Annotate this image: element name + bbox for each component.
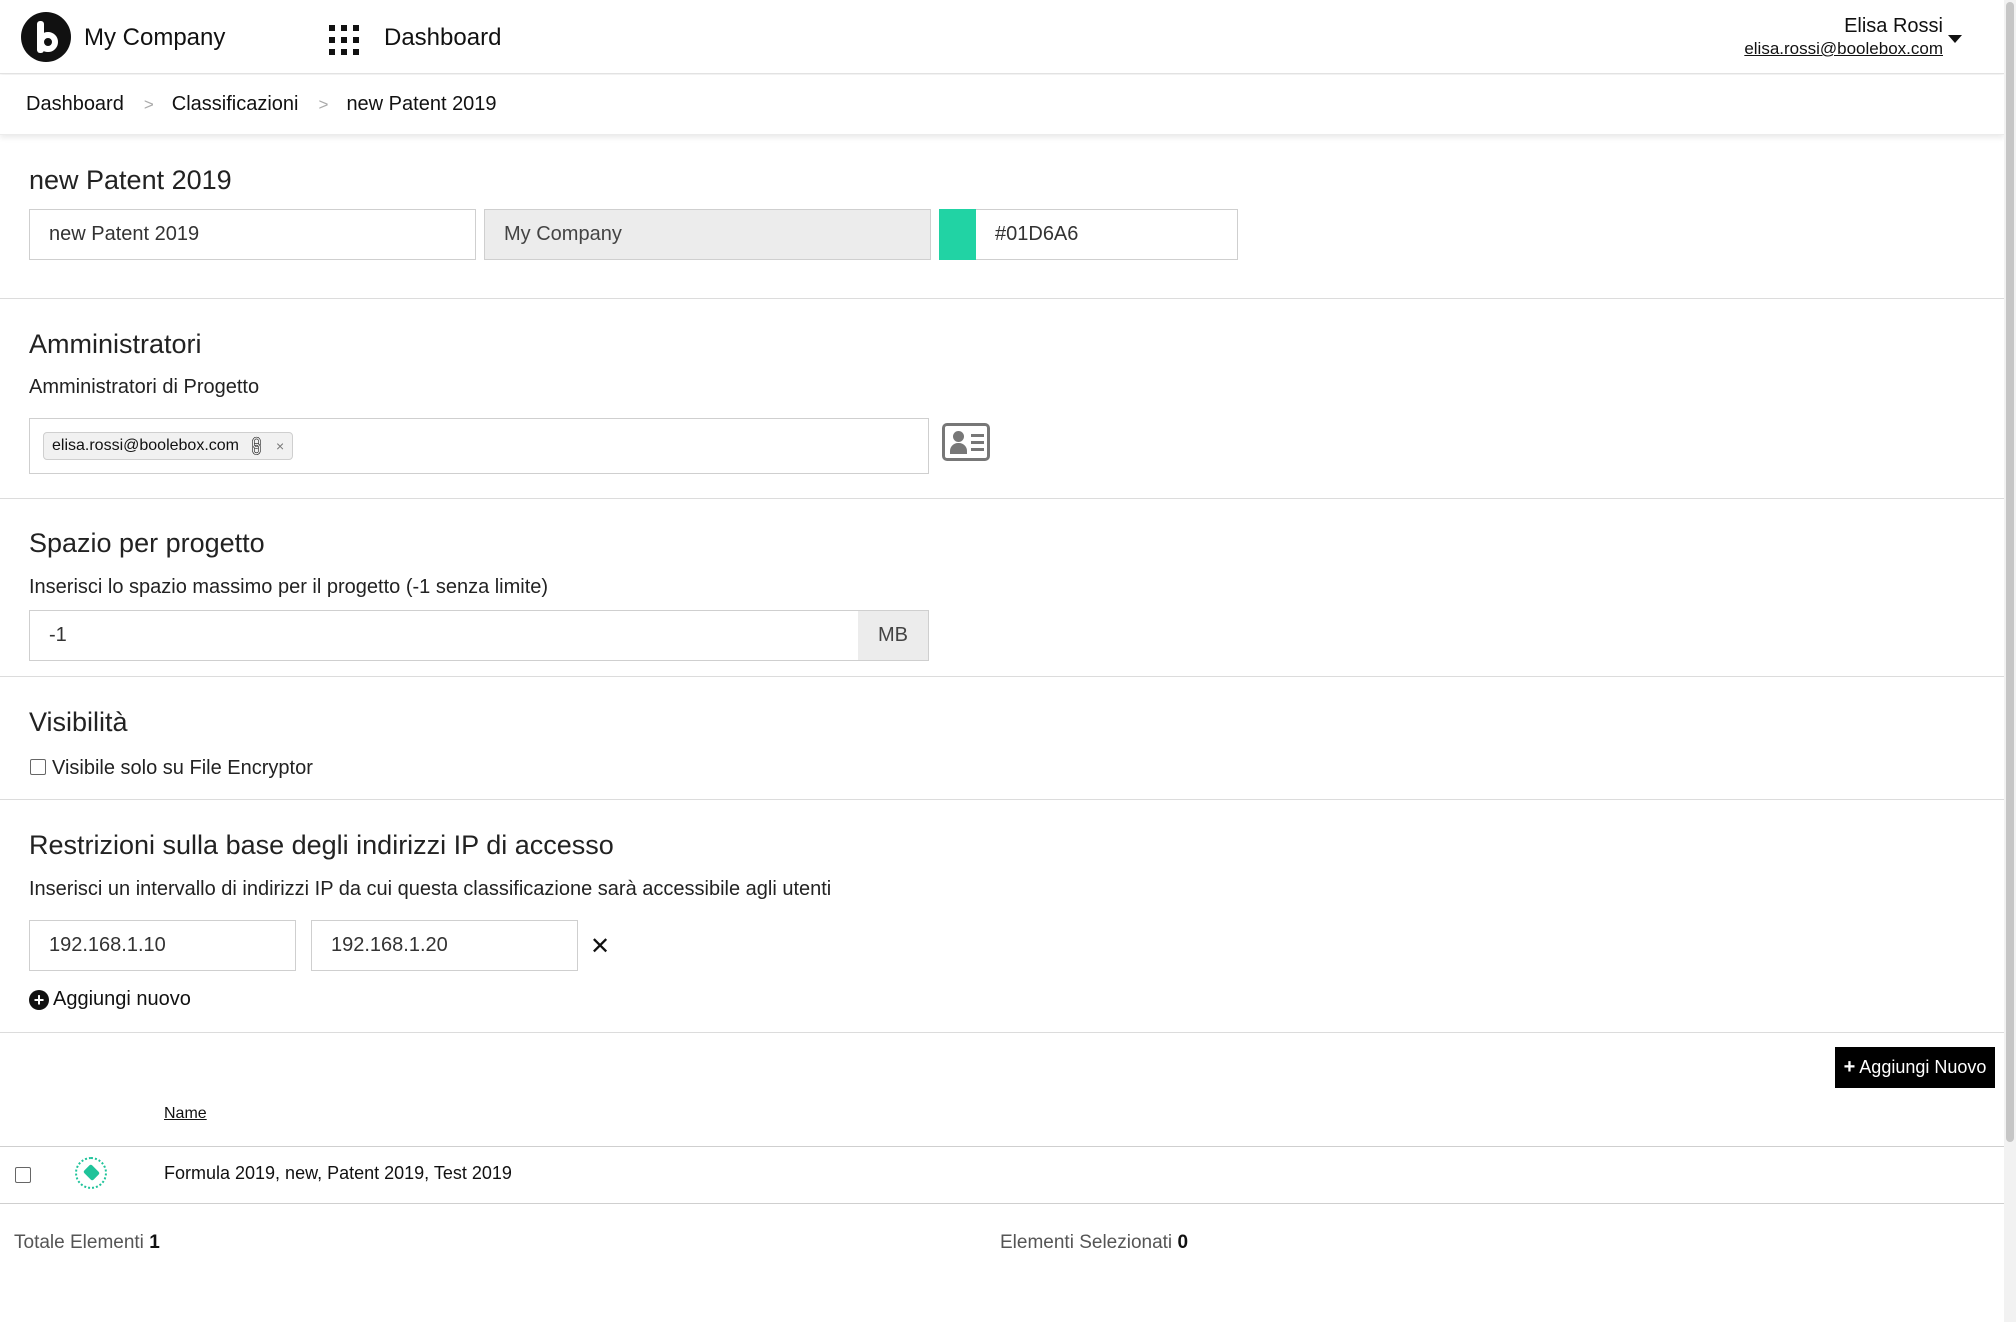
admin-tag-label: elisa.rossi@boolebox.com — [52, 437, 239, 454]
admins-title: Amministratori — [29, 329, 202, 359]
file-encryptor-checkbox[interactable] — [30, 759, 46, 775]
page-title: new Patent 2019 — [29, 165, 232, 195]
tag-icon — [75, 1157, 107, 1189]
caret-down-icon[interactable] — [1948, 35, 1962, 43]
ip-range-start-input[interactable]: 192.168.1.10 — [29, 920, 296, 971]
contact-card-icon[interactable] — [942, 423, 990, 461]
selected-elements-label: Elementi Selezionati — [1000, 1232, 1173, 1253]
add-ip-range-button[interactable]: + Aggiungi nuovo — [29, 988, 191, 1011]
admin-tag: elisa.rossi@boolebox.com 🔗︎ × — [43, 432, 294, 460]
total-elements-value: 1 — [149, 1232, 160, 1253]
close-icon[interactable]: ✕ — [590, 932, 610, 961]
plus-circle-icon: + — [29, 989, 49, 1010]
file-encryptor-label[interactable]: Visibile solo su File Encryptor — [52, 757, 313, 780]
page-scrollbar[interactable] — [2004, 0, 2016, 1322]
row-name[interactable]: Formula 2019, new, Patent 2019, Test 201… — [164, 1163, 512, 1184]
ip-title: Restrizioni sulla base degli indirizzi I… — [29, 830, 614, 860]
app-title[interactable]: Dashboard — [384, 24, 501, 52]
add-new-label: Aggiungi Nuovo — [1859, 1057, 1987, 1077]
color-hex-input[interactable]: #01D6A6 — [976, 209, 1238, 260]
column-header-name[interactable]: Name — [164, 1105, 207, 1123]
space-unit: MB — [858, 610, 929, 661]
breadcrumb-separator: > — [318, 94, 329, 114]
link-icon[interactable]: 🔗︎ — [243, 433, 269, 459]
breadcrumb: Dashboard > Classificazioni > new Patent… — [0, 75, 2004, 135]
selected-elements-value: 0 — [1177, 1232, 1189, 1253]
boolebox-logo[interactable] — [21, 12, 71, 62]
add-ip-range-label: Aggiungi nuovo — [53, 988, 191, 1010]
space-label: Inserisci lo spazio massimo per il proge… — [29, 576, 549, 598]
space-input[interactable]: -1 — [29, 610, 859, 661]
ip-range-end-input[interactable]: 192.168.1.20 — [311, 920, 578, 971]
visibility-title: Visibilità — [29, 707, 128, 737]
breadcrumb-separator: > — [143, 94, 154, 114]
ip-label: Inserisci un intervallo di indirizzi IP … — [29, 878, 832, 900]
admins-label: Amministratori di Progetto — [29, 376, 260, 398]
user-email[interactable]: elisa.rossi@boolebox.com — [1744, 39, 1943, 59]
total-elements: Totale Elementi 1 — [14, 1232, 160, 1254]
breadcrumb-dashboard[interactable]: Dashboard — [26, 93, 124, 116]
breadcrumb-current: new Patent 2019 — [346, 93, 497, 115]
tag-remove-icon[interactable]: × — [276, 438, 284, 454]
user-name[interactable]: Elisa Rossi — [1844, 15, 1943, 38]
breadcrumb-classificazioni[interactable]: Classificazioni — [172, 93, 299, 116]
admins-tag-input[interactable]: elisa.rossi@boolebox.com 🔗︎ × — [29, 418, 929, 474]
classification-name-input[interactable]: new Patent 2019 — [29, 209, 476, 260]
selected-elements: Elementi Selezionati 0 — [1000, 1232, 1188, 1254]
space-title: Spazio per progetto — [29, 528, 265, 558]
row-checkbox[interactable] — [15, 1167, 31, 1183]
top-header: My Company Dashboard Elisa Rossi elisa.r… — [0, 0, 2004, 74]
total-elements-label: Totale Elementi — [14, 1232, 144, 1253]
plus-icon: + — [1843, 1056, 1856, 1078]
apps-grid-icon[interactable] — [329, 25, 359, 55]
scrollbar-thumb[interactable] — [2006, 2, 2014, 1142]
company-field: My Company — [484, 209, 931, 260]
color-swatch[interactable] — [939, 209, 977, 260]
company-name[interactable]: My Company — [84, 24, 225, 52]
add-new-button[interactable]: + Aggiungi Nuovo — [1835, 1047, 1995, 1088]
visibility-section — [0, 677, 2004, 800]
